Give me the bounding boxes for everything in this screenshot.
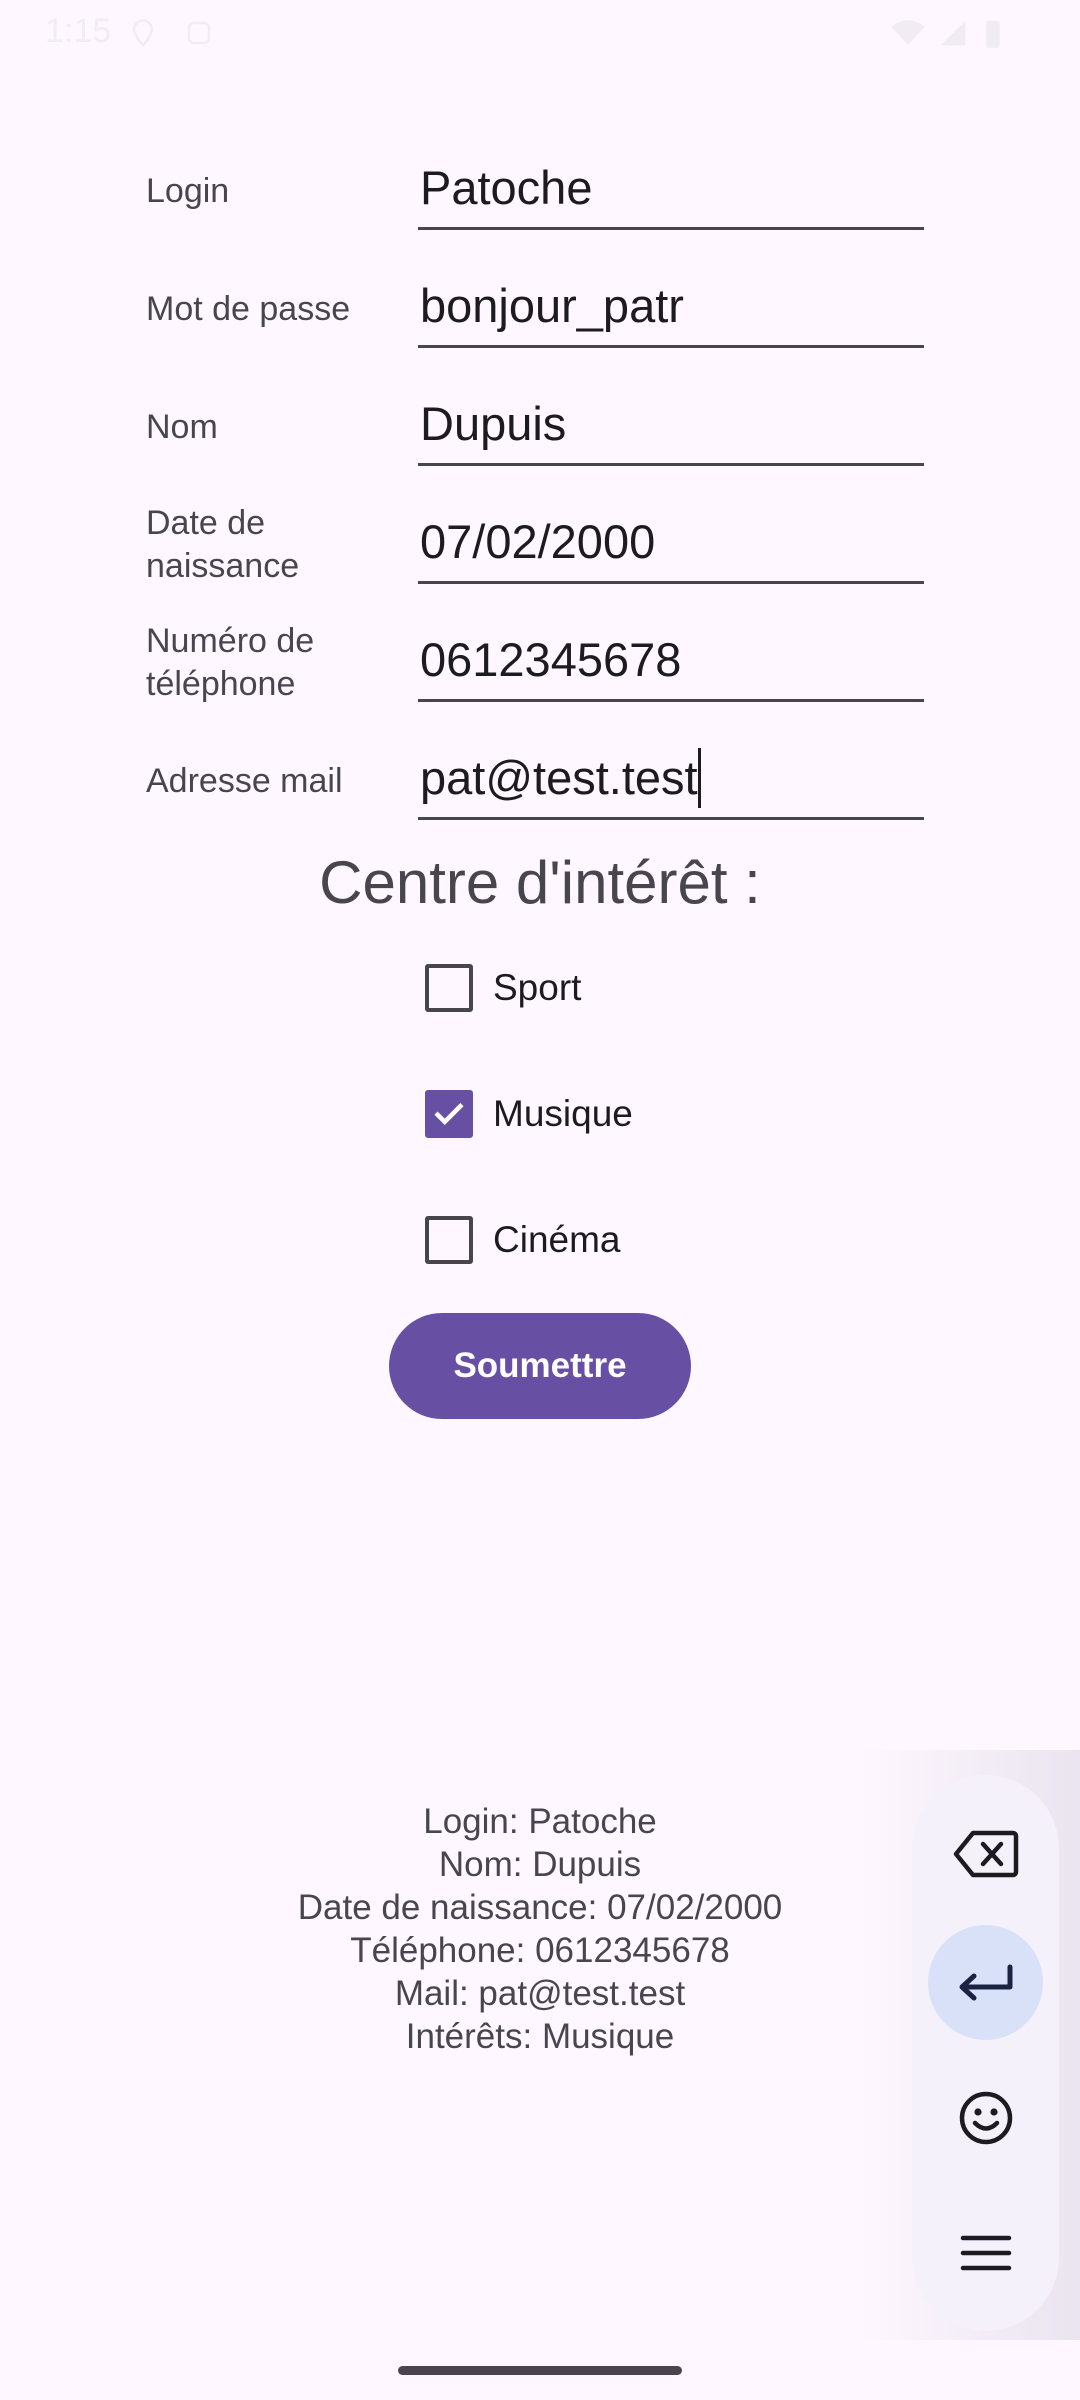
notification-icon bbox=[184, 18, 214, 53]
enter-icon bbox=[959, 1964, 1012, 2000]
login-label: Login bbox=[146, 172, 230, 210]
location-icon bbox=[128, 18, 158, 53]
phone-label: Numéro de téléphone bbox=[146, 622, 315, 703]
checkbox-cinema-box[interactable] bbox=[425, 1216, 473, 1264]
menu-icon bbox=[960, 2235, 1011, 2270]
emoji-button[interactable] bbox=[928, 2060, 1043, 2175]
email-value: pat@test.test bbox=[420, 751, 698, 804]
password-field[interactable]: bonjour_patr bbox=[418, 264, 924, 348]
name-field[interactable]: Dupuis bbox=[418, 382, 924, 466]
keyboard-toolbar bbox=[912, 1775, 1059, 2331]
backspace-button[interactable] bbox=[928, 1796, 1043, 1911]
phone-value: 0612345678 bbox=[420, 633, 682, 686]
backspace-icon bbox=[953, 1830, 1018, 1877]
submit-button[interactable]: Soumettre bbox=[389, 1313, 691, 1419]
checkbox-music-box[interactable] bbox=[425, 1090, 473, 1138]
check-icon bbox=[434, 1103, 464, 1125]
birthdate-label: Date de naissance bbox=[146, 504, 300, 585]
status-bar: 1:15 bbox=[0, 0, 1080, 64]
phone-field[interactable]: 0612345678 bbox=[418, 618, 924, 702]
checkbox-sport-label: Sport bbox=[493, 967, 582, 1008]
email-field[interactable]: pat@test.test bbox=[418, 736, 924, 820]
enter-button[interactable] bbox=[928, 1925, 1043, 2040]
checkbox-music[interactable]: Musique bbox=[425, 1084, 633, 1144]
signal-icon bbox=[938, 18, 968, 53]
name-value: Dupuis bbox=[420, 397, 567, 450]
password-label: Mot de passe bbox=[146, 290, 351, 328]
checkbox-music-label: Musique bbox=[493, 1093, 633, 1134]
checkbox-sport-box[interactable] bbox=[425, 964, 473, 1012]
checkbox-cinema[interactable]: Cinéma bbox=[425, 1210, 621, 1270]
interests-title: Centre d'intérêt : bbox=[319, 849, 761, 916]
login-field[interactable]: Patoche bbox=[418, 146, 924, 230]
birthdate-field[interactable]: 07/02/2000 bbox=[418, 500, 924, 584]
status-time: 1:15 bbox=[45, 12, 112, 50]
battery-icon bbox=[984, 18, 1002, 53]
text-cursor bbox=[698, 748, 701, 808]
birthdate-value: 07/02/2000 bbox=[420, 515, 656, 568]
home-indicator[interactable] bbox=[398, 2366, 682, 2375]
password-value: bonjour_patr bbox=[420, 279, 684, 332]
checkbox-sport[interactable]: Sport bbox=[425, 958, 581, 1018]
menu-button[interactable] bbox=[928, 2195, 1043, 2310]
emoji-icon bbox=[959, 2091, 1012, 2144]
email-label: Adresse mail bbox=[146, 762, 343, 800]
name-label: Nom bbox=[146, 408, 218, 446]
wifi-icon bbox=[890, 18, 926, 53]
login-value: Patoche bbox=[420, 161, 593, 214]
checkbox-cinema-label: Cinéma bbox=[493, 1219, 621, 1260]
